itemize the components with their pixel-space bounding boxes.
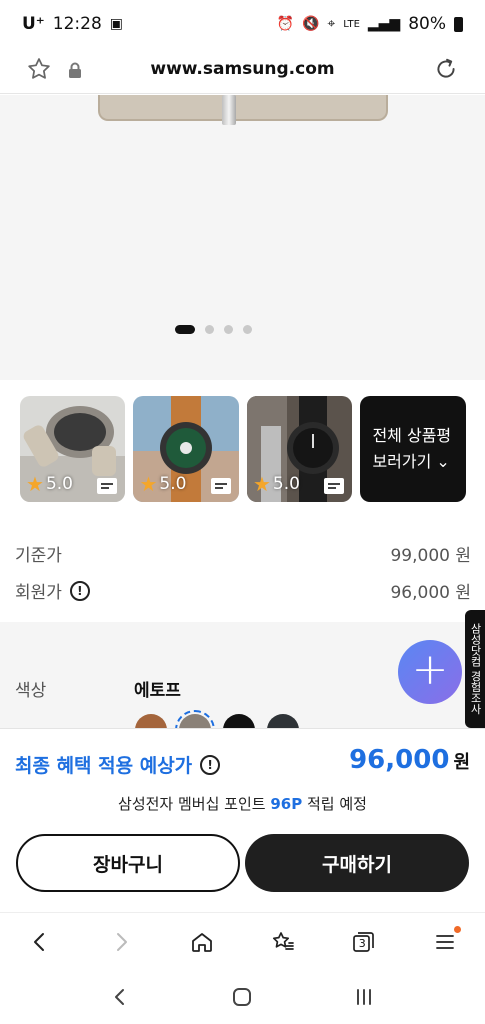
- system-recents-icon[interactable]: [353, 986, 375, 1008]
- back-button[interactable]: [20, 922, 60, 962]
- chevron-left-icon: [34, 932, 45, 951]
- standard-price-row: 기준가 99,000 원: [15, 541, 471, 566]
- signal-icon: ▂▄▆: [367, 16, 401, 32]
- member-price-value: 96,000 원: [390, 583, 471, 603]
- alarm-icon: ⏰: [276, 16, 294, 32]
- star-icon: ★: [139, 472, 158, 496]
- benefit-price-label-wrap: 최종 혜택 적용 예상가 !: [15, 751, 221, 778]
- view-all-reviews-button[interactable]: 전체 상품평 보러가기 ⌄: [360, 396, 466, 502]
- standard-price-label: 기준가: [15, 546, 62, 566]
- review-thumb[interactable]: ★ 5.0: [246, 396, 353, 502]
- standard-price-value: 99,000 원: [390, 546, 471, 566]
- home-button[interactable]: [182, 922, 222, 962]
- network-label: LTE: [343, 18, 360, 30]
- comment-icon: [324, 478, 345, 494]
- rating-value: 5.0: [159, 474, 187, 494]
- tabs-button[interactable]: 3: [344, 922, 384, 962]
- system-back-icon[interactable]: [110, 986, 132, 1008]
- floating-plus-button[interactable]: +: [398, 640, 462, 704]
- product-image-carousel[interactable]: [0, 95, 485, 380]
- watch-strap-image: [98, 95, 388, 121]
- points-notice: 삼성전자 멤버십 포인트 96P 적립 예정: [0, 793, 485, 814]
- chevron-right-icon: [117, 932, 128, 951]
- mute-icon: 🔇: [301, 16, 320, 32]
- view-all-line2: 보러가기 ⌄: [372, 452, 450, 471]
- selected-color-name: 에토프: [134, 681, 181, 701]
- tabs-count: 3: [358, 936, 366, 950]
- carousel-indicator: [175, 325, 252, 334]
- notification-dot: [453, 925, 461, 933]
- comment-icon: [97, 478, 118, 494]
- watch-buckle-image: [222, 95, 236, 125]
- info-icon[interactable]: !: [200, 754, 221, 775]
- gallery-icon: ▣: [109, 16, 124, 32]
- reload-icon[interactable]: [433, 56, 459, 82]
- info-icon[interactable]: !: [69, 580, 90, 601]
- bookmarks-star-icon: [272, 931, 294, 950]
- review-thumbnails: ★ 5.0 ★ 5.0 ★ 5.0 전체 상품평 보러가기 ⌄: [20, 396, 466, 502]
- home-icon: [192, 932, 212, 952]
- benefit-price-value: 96,000: [349, 745, 450, 775]
- url-bar: www.samsung.com: [0, 48, 485, 94]
- member-price-row: 회원가 ! 96,000 원: [15, 578, 471, 603]
- points-value: 96P: [270, 795, 303, 813]
- benefit-price: 96,000 원: [349, 745, 470, 775]
- points-prefix: 삼성전자 멤버십 포인트: [118, 795, 266, 813]
- status-bar: U⁺ 12:28 ▣ ⏰ 🔇 ⌖ LTE ▂▄▆ 80%: [0, 0, 485, 48]
- section-divider: [0, 622, 485, 636]
- comment-icon: [210, 478, 231, 494]
- benefit-price-label: 최종 혜택 적용 예상가: [15, 755, 193, 777]
- forward-button[interactable]: [101, 922, 141, 962]
- battery-icon: [454, 16, 463, 32]
- hamburger-menu-icon: [435, 934, 454, 949]
- star-icon: ★: [252, 472, 271, 496]
- menu-button[interactable]: [425, 922, 465, 962]
- add-to-cart-button[interactable]: 장바구니: [16, 834, 240, 892]
- carousel-dot[interactable]: [205, 325, 214, 334]
- survey-side-tab[interactable]: 삼성닷컴 경험조사: [465, 610, 485, 728]
- star-icon: ★: [26, 472, 44, 496]
- member-price-label: 회원가: [15, 583, 62, 603]
- thumb-rating: ★ 5.0: [26, 472, 73, 496]
- purchase-sheet: 최종 혜택 적용 예상가 ! 96,000 원 삼성전자 멤버십 포인트 96P…: [0, 728, 485, 910]
- thumb-rating: ★ 5.0: [139, 472, 186, 496]
- review-thumb[interactable]: ★ 5.0: [20, 396, 126, 502]
- review-thumb[interactable]: ★ 5.0: [133, 396, 239, 502]
- thumb-rating: ★ 5.0: [253, 472, 300, 496]
- system-home-icon[interactable]: [231, 986, 253, 1008]
- rating-value: 5.0: [272, 474, 300, 494]
- carousel-dot[interactable]: [243, 325, 252, 334]
- location-icon: ⌖: [327, 16, 336, 32]
- carousel-dot[interactable]: [224, 325, 233, 334]
- carrier-label: U⁺: [22, 14, 45, 34]
- view-all-line1: 전체 상품평: [372, 426, 452, 445]
- buy-now-button[interactable]: 구매하기: [245, 834, 469, 892]
- system-nav-bar: [0, 970, 485, 1024]
- url-text[interactable]: www.samsung.com: [0, 59, 485, 79]
- rating-value: 5.0: [45, 474, 73, 494]
- benefit-price-unit: 원: [453, 752, 470, 773]
- browser-toolbar: 3: [0, 912, 485, 970]
- bookmarks-button[interactable]: [263, 922, 303, 962]
- carousel-dot-active[interactable]: [175, 325, 195, 334]
- color-label: 색상: [15, 681, 47, 701]
- points-suffix: 적립 예정: [307, 795, 367, 813]
- battery-percent: 80%: [408, 14, 446, 34]
- clock: 12:28: [52, 14, 102, 34]
